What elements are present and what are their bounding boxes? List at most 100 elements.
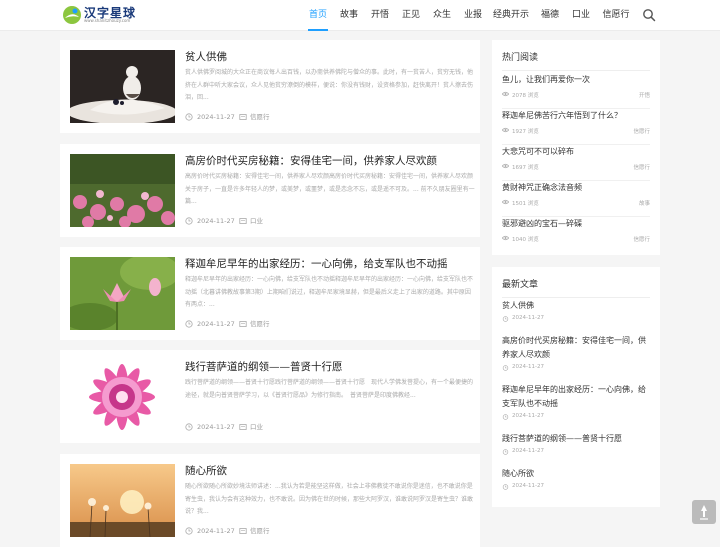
- article-date: 2024-11-27: [197, 113, 235, 121]
- clock-icon: [185, 527, 193, 535]
- hot-item-title[interactable]: 大悲咒可不可以碎布: [502, 146, 650, 157]
- recent-item[interactable]: 高房价时代买房秘籍：安得佳宅一间，供养家人尽欢颜 2024-11-27: [502, 334, 650, 372]
- article-card[interactable]: 高房价时代买房秘籍：安得佳宅一间，供养家人尽欢颜 高房价时代买房秘籍：安得佳宅一…: [60, 144, 480, 237]
- article-excerpt: 践行菩萨道的纲领——普贤十行愿践行菩萨道的纲领——普贤十行愿 现代人学佛发菩提心…: [185, 379, 474, 399]
- recent-item-title[interactable]: 高房价时代买房秘籍：安得佳宅一间，供养家人尽欢颜: [502, 334, 650, 362]
- nav-item-karma[interactable]: 业报: [463, 0, 483, 30]
- article-thumbnail[interactable]: [70, 360, 175, 433]
- recent-item-meta: 2024-11-27: [502, 413, 650, 421]
- recent-item-title[interactable]: 随心所欲: [502, 467, 650, 481]
- article-card[interactable]: 贫人供佛 贫人供佛罗阅城的大众正在商议每人出百钱，以办斋供养佛陀与僧众的事。此时…: [60, 40, 480, 133]
- hot-item-views: 1697: [512, 165, 526, 171]
- hot-item-category[interactable]: 开悟: [639, 91, 650, 99]
- logo-subtitle: www.shanitzhouzy.com: [84, 18, 131, 23]
- hot-item[interactable]: 鱼儿，让我们再爱你一次 2078 浏览 开悟: [502, 72, 650, 109]
- recent-item[interactable]: 贫人供佛 2024-11-27: [502, 299, 650, 323]
- article-excerpt: 随心所欲随心所欲妙境法师讲述：...我认为若是能坚这样做，社会上非佛教徒不敢说你…: [185, 483, 474, 515]
- recent-item-date: 2024-11-27: [512, 483, 544, 489]
- views-label: 浏览: [527, 165, 539, 171]
- site-logo[interactable]: 汉字星球 www.shanitzhouzy.com: [62, 4, 142, 26]
- folder-icon: [239, 321, 247, 327]
- nav-item-merit[interactable]: 福德: [540, 0, 560, 30]
- nav-item-home[interactable]: 首页: [308, 0, 328, 31]
- recent-item[interactable]: 随心所欲 2024-11-27: [502, 467, 650, 491]
- article-title[interactable]: 高房价时代买房秘籍：安得佳宅一间，供养家人尽欢颜: [185, 153, 475, 168]
- back-to-top-icon: [700, 505, 708, 520]
- nav-item-enlightenment[interactable]: 开悟: [370, 0, 390, 30]
- article-title[interactable]: 贫人供佛: [185, 49, 475, 64]
- recent-item-title[interactable]: 释迦牟尼早年的出家经历：一心向佛，给支军队也不动摇: [502, 383, 650, 411]
- site-header: 汉字星球 www.shanitzhouzy.com 首页 故事 开悟 正见 众生…: [0, 0, 720, 31]
- hot-item[interactable]: 释迦牟尼佛苦行六年悟到了什么？ 1927 浏览 信愿行: [502, 108, 650, 145]
- nav-item-sutra-teachings[interactable]: 经典开示: [493, 0, 529, 30]
- mandala-image: [70, 360, 175, 433]
- article-thumbnail[interactable]: [70, 464, 175, 537]
- back-to-top-button[interactable]: [692, 500, 716, 524]
- article-category[interactable]: 口业: [250, 422, 263, 432]
- eye-icon: [502, 235, 509, 241]
- folder-icon: [239, 528, 247, 534]
- views-label: 浏览: [527, 237, 539, 243]
- nav-item-speech-karma[interactable]: 口业: [571, 0, 591, 30]
- hot-item-title[interactable]: 驱邪避凶的宝石—碎磲: [502, 218, 650, 229]
- search-icon[interactable]: [642, 8, 656, 22]
- article-title[interactable]: 践行菩萨道的纲领——普贤十行愿: [185, 359, 475, 374]
- nav-item-right-view[interactable]: 正见: [401, 0, 421, 30]
- hot-item[interactable]: 黄财神咒正确念法音频 1501 浏览 故事: [502, 180, 650, 217]
- hot-item-category[interactable]: 故事: [639, 199, 650, 207]
- article-date: 2024-11-27: [197, 423, 235, 431]
- hot-item[interactable]: 驱邪避凶的宝石—碎磲 1040 浏览 信愿行: [502, 216, 650, 252]
- recent-posts-panel: 最新文章 贫人供佛 2024-11-27 高房价时代买房秘籍：安得佳宅一间，供养…: [492, 267, 660, 507]
- article-title[interactable]: 释迦牟尼早年的出家经历：一心向佛，给支军队也不动摇: [185, 256, 475, 271]
- recent-posts-heading: 最新文章: [502, 280, 539, 290]
- views-label: 浏览: [527, 201, 539, 207]
- eye-icon: [502, 127, 509, 133]
- hot-item-views: 1040: [512, 237, 526, 243]
- views-label: 浏览: [527, 129, 539, 135]
- recent-item-date: 2024-11-27: [512, 448, 544, 454]
- article-thumbnail[interactable]: [70, 257, 175, 330]
- recent-item[interactable]: 践行菩萨道的纲领——普贤十行愿 2024-11-27: [502, 432, 650, 456]
- article-thumbnail[interactable]: [70, 50, 175, 123]
- hot-item-category[interactable]: 信愿行: [633, 127, 650, 135]
- clock-icon: [185, 113, 193, 121]
- clock-icon: [502, 365, 509, 371]
- recent-item-title[interactable]: 贫人供佛: [502, 299, 650, 313]
- hot-item[interactable]: 大悲咒可不可以碎布 1697 浏览 信愿行: [502, 144, 650, 181]
- hot-item-title[interactable]: 释迦牟尼佛苦行六年悟到了什么？: [502, 110, 650, 121]
- article-thumbnail[interactable]: [70, 154, 175, 227]
- clock-icon: [185, 423, 193, 431]
- article-category[interactable]: 口业: [250, 216, 263, 226]
- hot-item-title[interactable]: 黄财神咒正确念法音频: [502, 182, 650, 193]
- article-category[interactable]: 信愿行: [250, 319, 270, 329]
- hot-item-category[interactable]: 信愿行: [633, 235, 650, 243]
- hot-reads-panel: 热门阅读 鱼儿，让我们再爱你一次 2078 浏览 开悟 释迦牟尼佛苦行六年悟到了…: [492, 40, 660, 255]
- article-date: 2024-11-27: [197, 320, 235, 328]
- hot-item-category[interactable]: 信愿行: [633, 163, 650, 171]
- nav-item-stories[interactable]: 故事: [339, 0, 359, 30]
- recent-item-meta: 2024-11-27: [502, 448, 650, 456]
- hot-reads-heading: 热门阅读: [502, 53, 539, 63]
- article-card[interactable]: 释迦牟尼早年的出家经历：一心向佛，给支军队也不动摇 释迦牟尼早年的出家经历：一心…: [60, 247, 480, 340]
- article-category[interactable]: 信愿行: [250, 112, 270, 122]
- folder-icon: [239, 114, 247, 120]
- pink-flowers-image: [70, 154, 175, 227]
- article-card[interactable]: 随心所欲 随心所欲随心所欲妙境法师讲述：...我认为若是能坚这样做，社会上非佛教…: [60, 454, 480, 547]
- hot-item-views: 1501: [512, 201, 526, 207]
- eye-icon: [502, 163, 509, 169]
- article-date: 2024-11-27: [197, 217, 235, 225]
- nav-item-beings[interactable]: 众生: [432, 0, 452, 30]
- hot-item-title[interactable]: 鱼儿，让我们再爱你一次: [502, 74, 650, 85]
- eye-icon: [502, 199, 509, 205]
- recent-item[interactable]: 释迦牟尼早年的出家经历：一心向佛，给支军队也不动摇 2024-11-27: [502, 383, 650, 421]
- clock-icon: [502, 449, 509, 455]
- article-title[interactable]: 随心所欲: [185, 463, 475, 478]
- hot-item-views: 2078: [512, 93, 526, 99]
- article-card[interactable]: 践行菩萨道的纲领——普贤十行愿 践行菩萨道的纲领——普贤十行愿践行菩萨道的纲领—…: [60, 350, 480, 443]
- article-excerpt: 贫人供佛罗阅城的大众正在商议每人出百钱，以办斋供养佛陀与僧众的事。此时，有一贫苦…: [185, 69, 474, 101]
- nav-item-faith-practice[interactable]: 信愿行: [602, 0, 630, 30]
- article-date: 2024-11-27: [197, 527, 235, 535]
- article-category[interactable]: 信愿行: [250, 526, 270, 536]
- nav-active-indicator: [308, 29, 328, 31]
- recent-item-title[interactable]: 践行菩萨道的纲领——普贤十行愿: [502, 432, 650, 446]
